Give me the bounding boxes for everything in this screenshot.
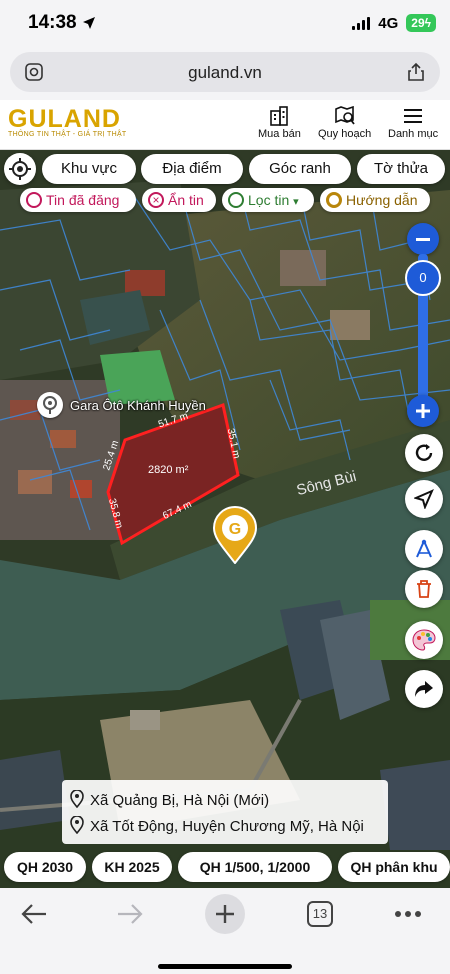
filter-loc-tin[interactable]: Lọc tin ▾	[222, 188, 314, 212]
nav-label: Mua bán	[258, 128, 301, 140]
filter-to-thua[interactable]: Tờ thửa	[357, 154, 445, 184]
chevron-down-icon: ▾	[293, 196, 299, 208]
address-line-1: Xã Quảng Bị, Hà Nội (Mới)	[90, 792, 270, 809]
share-icon[interactable]	[406, 62, 426, 82]
share-arrow-icon	[415, 681, 433, 697]
close-circle-icon: ×	[148, 192, 164, 208]
battery-indicator: 29ϟ	[406, 14, 436, 32]
location-arrow-icon	[83, 17, 95, 29]
navigation-arrow-icon	[414, 489, 434, 509]
filter-tin-da-dang[interactable]: Tin đã đăng	[20, 188, 136, 212]
chip-label: Hướng dẫn	[346, 192, 418, 208]
address-new: Xã Quảng Bị, Hà Nội (Mới)	[70, 789, 270, 809]
chip-label: Lọc tin	[248, 192, 290, 208]
logo-tagline: THÔNG TIN THẬT - GIÁ TRỊ THẬT	[8, 131, 127, 138]
measure-button[interactable]	[405, 530, 443, 568]
refresh-icon	[415, 444, 433, 461]
tag-qh-1-500[interactable]: QH 1/500, 1/2000	[178, 852, 332, 882]
delete-button[interactable]	[405, 570, 443, 608]
palette-icon	[412, 629, 436, 651]
nav-mua-ban[interactable]: Mua bán	[258, 106, 301, 140]
forward-arrow-icon[interactable]	[116, 902, 144, 926]
map-search-icon	[334, 106, 355, 125]
compass-measure-icon	[416, 539, 432, 558]
chip-label: Ẩn tin	[168, 192, 204, 208]
nav-danh-muc[interactable]: Danh mục	[388, 106, 438, 140]
status-bar: 14:38 4G 29ϟ	[0, 0, 450, 48]
trash-icon	[417, 580, 431, 598]
building-icon	[270, 106, 289, 126]
zoom-handle[interactable]: 0	[405, 260, 441, 296]
nav-label: Danh mục	[388, 128, 439, 140]
address-old: Xã Tốt Động, Huyện Chương Mỹ, Hà Nội	[70, 815, 364, 835]
charging-icon: ϟ	[424, 16, 431, 30]
signal-icon	[352, 16, 371, 30]
tag-kh-2025[interactable]: KH 2025	[92, 852, 172, 882]
refresh-button[interactable]	[405, 434, 443, 472]
back-arrow-icon[interactable]	[20, 902, 48, 926]
site-header: GULAND THÔNG TIN THẬT - GIÁ TRỊ THẬT Mua…	[0, 100, 450, 150]
guide-icon	[326, 192, 342, 208]
satellite-map[interactable]: Gara Ôtô Khánh Huyền 2820 m² 51.7 m 35.1…	[0, 150, 450, 888]
filter-khu-vuc[interactable]: Khu vực	[42, 154, 136, 184]
logo-text: GULAND	[8, 105, 121, 133]
url-text[interactable]: guland.vn	[10, 63, 440, 83]
plus-icon	[216, 905, 234, 923]
nav-label: Quy hoạch	[318, 128, 372, 140]
poi-marker[interactable]	[37, 392, 63, 418]
home-indicator	[158, 964, 292, 969]
location-pin-icon	[70, 789, 84, 809]
tag-qh-phan-khu[interactable]: QH phân khu	[338, 852, 450, 882]
menu-icon	[404, 109, 423, 123]
address-card: Xã Quảng Bị, Hà Nội (Mới) Xã Tốt Động, H…	[62, 780, 388, 844]
svg-text:G: G	[229, 521, 241, 538]
minus-icon	[416, 237, 430, 241]
filter-dia-diem[interactable]: Địa điểm	[141, 154, 243, 184]
plus-icon	[416, 404, 430, 418]
guland-location-pin-icon[interactable]: G	[212, 506, 258, 564]
chip-label: Tin đã đăng	[46, 192, 120, 208]
zoom-out-button[interactable]	[407, 223, 439, 255]
network-type: 4G	[378, 14, 399, 32]
status-time: 14:38	[28, 12, 77, 33]
crosshair-icon	[9, 158, 31, 180]
navigate-button[interactable]	[405, 480, 443, 518]
tag-qh-2030[interactable]: QH 2030	[4, 852, 86, 882]
filter-huong-dan[interactable]: Hướng dẫn	[320, 188, 430, 212]
tabs-button[interactable]: 13	[307, 901, 333, 927]
map-pin-icon	[43, 396, 57, 414]
url-field[interactable]: guland.vn	[10, 52, 440, 92]
palette-button[interactable]	[405, 621, 443, 659]
more-icon[interactable]	[394, 910, 422, 918]
guland-logo[interactable]: GULAND THÔNG TIN THẬT - GIÁ TRỊ THẬT	[8, 105, 127, 139]
filter-an-tin[interactable]: × Ẩn tin	[142, 188, 216, 212]
share-map-button[interactable]	[405, 670, 443, 708]
parcel-area: 2820 m²	[148, 464, 189, 476]
location-pin-icon	[70, 815, 84, 835]
palette-small-icon	[26, 192, 42, 208]
filter-goc-ranh[interactable]: Góc ranh	[249, 154, 351, 184]
locate-button[interactable]	[4, 153, 36, 185]
zoom-in-button[interactable]	[407, 395, 439, 427]
location-pin-icon	[228, 192, 244, 208]
battery-percent: 29	[411, 16, 425, 30]
nav-quy-hoach[interactable]: Quy hoạch	[318, 106, 371, 140]
new-tab-button[interactable]	[205, 894, 245, 934]
address-line-2: Xã Tốt Động, Huyện Chương Mỹ, Hà Nội	[90, 818, 364, 835]
browser-address-bar: guland.vn	[0, 48, 450, 100]
browser-toolbar: 13	[0, 888, 450, 974]
